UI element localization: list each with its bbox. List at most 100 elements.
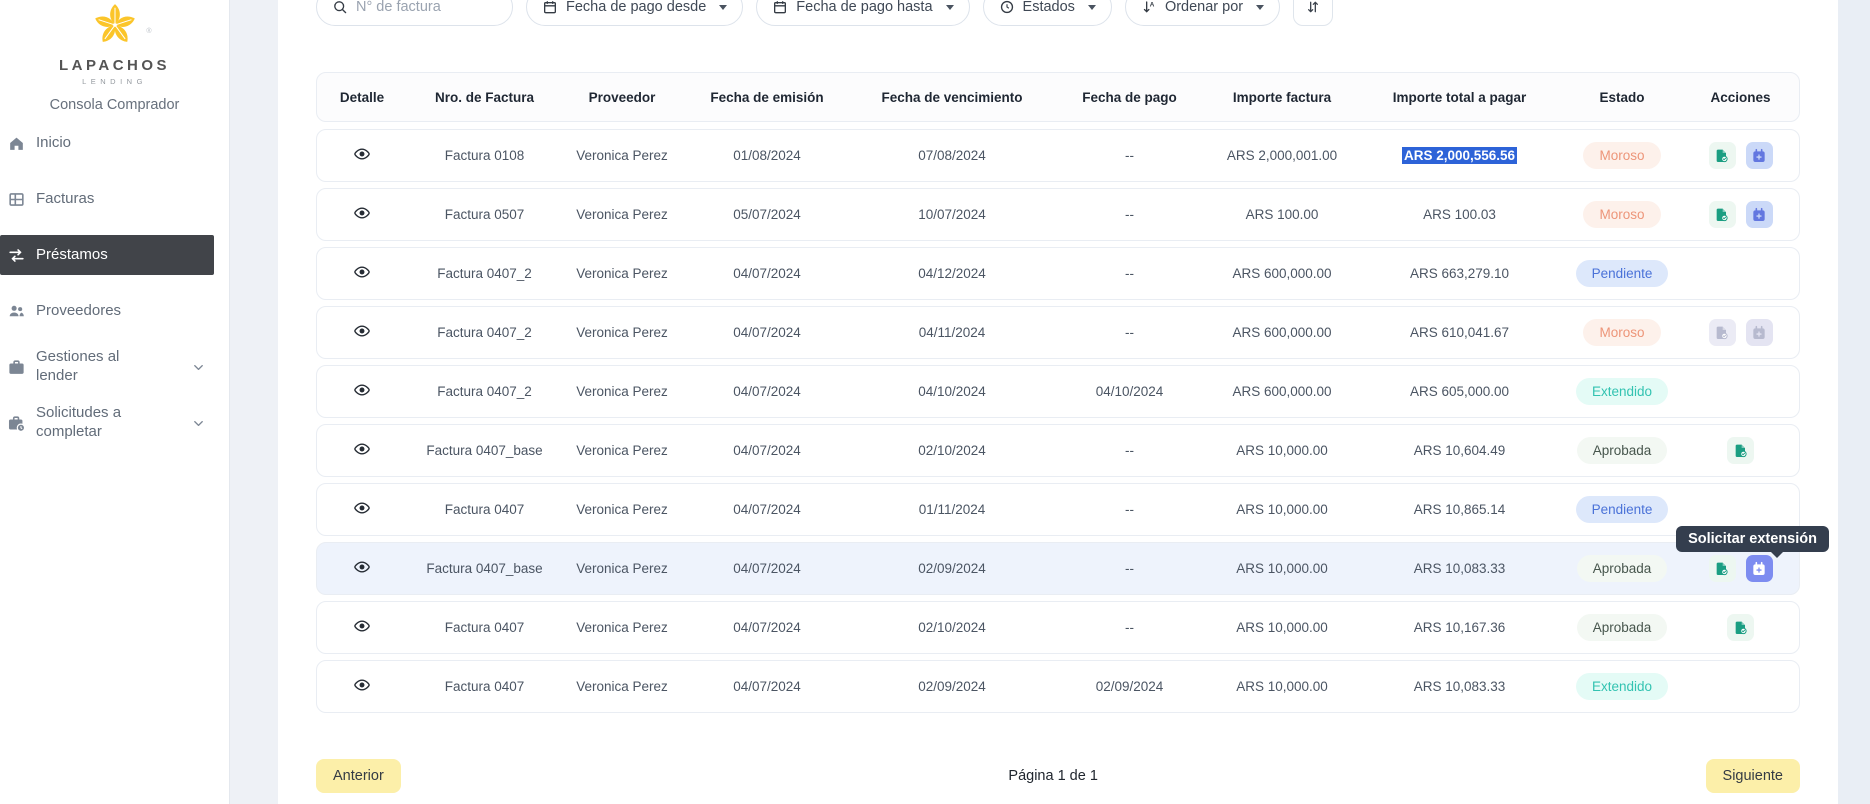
- issue-date: 04/07/2024: [682, 443, 852, 458]
- lapachos-flower-icon: ®: [86, 2, 144, 53]
- sidebar-item-prestamos[interactable]: Préstamos: [0, 235, 214, 275]
- sidebar-item-facturas[interactable]: Facturas: [0, 179, 214, 219]
- total-amount: ARS 10,167.36: [1357, 620, 1562, 635]
- issue-date: 04/07/2024: [682, 679, 852, 694]
- payment-date: --: [1052, 266, 1207, 281]
- sidebar-item-gestiones-al-lender[interactable]: Gestiones al lender: [0, 347, 214, 387]
- invoice-number: Factura 0507: [407, 207, 562, 222]
- document-check-button[interactable]: [1709, 201, 1736, 228]
- invoice-number: Factura 0407_base: [407, 561, 562, 576]
- content-gutter: [230, 0, 278, 804]
- filter-estados[interactable]: Estados: [983, 0, 1112, 26]
- request-extension-button[interactable]: [1746, 319, 1773, 346]
- invoice-number: Factura 0407: [407, 502, 562, 517]
- filter-fecha-de-pago-hasta[interactable]: Fecha de pago hasta: [756, 0, 969, 26]
- status-badge: Extendido: [1576, 673, 1668, 700]
- invoice-amount: ARS 10,000.00: [1207, 443, 1357, 458]
- provider-name: Veronica Perez: [562, 443, 682, 458]
- table-row: Factura 0407Veronica Perez04/07/202402/0…: [316, 660, 1800, 713]
- document-check-button[interactable]: [1727, 614, 1754, 641]
- provider-name: Veronica Perez: [562, 325, 682, 340]
- invoice-number: Factura 0108: [407, 148, 562, 163]
- registered-mark: ®: [146, 28, 151, 35]
- eye-icon: [353, 263, 371, 281]
- request-extension-button[interactable]: [1746, 201, 1773, 228]
- invoice-number: Factura 0407: [407, 620, 562, 635]
- caret-down-icon: [719, 5, 727, 10]
- view-detail-button[interactable]: [353, 381, 371, 399]
- provider-name: Veronica Perez: [562, 502, 682, 517]
- document-check-button[interactable]: [1727, 437, 1754, 464]
- column-header: Acciones: [1682, 90, 1799, 105]
- column-header: Importe total a pagar: [1357, 90, 1562, 105]
- issue-date: 05/07/2024: [682, 207, 852, 222]
- status-badge: Moroso: [1583, 201, 1660, 228]
- view-detail-button[interactable]: [353, 322, 371, 340]
- total-amount-value: ARS 10,604.49: [1414, 443, 1506, 458]
- invoice-search-pill[interactable]: [316, 0, 513, 26]
- sidebar-item-label: Préstamos: [36, 246, 108, 265]
- view-detail-button[interactable]: [353, 617, 371, 635]
- sort-direction-toggle[interactable]: [1293, 0, 1333, 26]
- issue-date: 04/07/2024: [682, 561, 852, 576]
- due-date: 01/11/2024: [852, 502, 1052, 517]
- view-detail-button[interactable]: [353, 145, 371, 163]
- view-detail-button[interactable]: [353, 558, 371, 576]
- payment-date: 04/10/2024: [1052, 384, 1207, 399]
- document-check-button[interactable]: [1709, 319, 1736, 346]
- provider-name: Veronica Perez: [562, 679, 682, 694]
- document-check-button[interactable]: [1709, 555, 1736, 582]
- clock-icon: [999, 0, 1015, 15]
- actions-cell: [1682, 614, 1799, 641]
- payment-date: --: [1052, 207, 1207, 222]
- request-extension-button[interactable]: [1746, 555, 1773, 582]
- brand-subtitle: LENDING: [0, 77, 229, 86]
- total-amount-value: ARS 100.03: [1423, 207, 1496, 222]
- sidebar-item-label: Facturas: [36, 190, 94, 209]
- actions-cell: [1682, 201, 1799, 228]
- provider-name: Veronica Perez: [562, 207, 682, 222]
- invoice-amount: ARS 600,000.00: [1207, 266, 1357, 281]
- previous-page-button[interactable]: Anterior: [316, 759, 401, 793]
- filter-label: Estados: [1023, 0, 1075, 15]
- invoice-number: Factura 0407_2: [407, 325, 562, 340]
- sidebar-item-solicitudes-a-completar[interactable]: Solicitudes a completar: [0, 403, 214, 443]
- sidebar-item-label: Solicitudes a completar: [36, 404, 164, 442]
- sidebar-item-inicio[interactable]: Inicio: [0, 123, 214, 163]
- next-page-button[interactable]: Siguiente: [1706, 759, 1800, 793]
- due-date: 04/10/2024: [852, 384, 1052, 399]
- table-body: Factura 0108Veronica Perez01/08/202407/0…: [316, 129, 1800, 713]
- view-detail-button[interactable]: [353, 499, 371, 517]
- view-detail-button[interactable]: [353, 204, 371, 222]
- filter-ordenar-por[interactable]: AOrdenar por: [1125, 0, 1280, 26]
- status-badge: Aprobada: [1577, 614, 1668, 641]
- due-date: 02/10/2024: [852, 443, 1052, 458]
- payment-date: --: [1052, 502, 1207, 517]
- due-date: 04/12/2024: [852, 266, 1052, 281]
- total-amount-value: ARS 10,083.33: [1414, 679, 1506, 694]
- main-content: Fecha de pago desde Fecha de pago hasta Es…: [278, 0, 1838, 804]
- view-detail-button[interactable]: [353, 263, 371, 281]
- request-extension-button[interactable]: [1746, 142, 1773, 169]
- filter-label: Fecha de pago desde: [566, 0, 706, 15]
- issue-date: 04/07/2024: [682, 384, 852, 399]
- status-badge: Aprobada: [1577, 555, 1668, 582]
- view-detail-button[interactable]: [353, 676, 371, 694]
- caret-down-icon: [946, 5, 954, 10]
- invoice-number: Factura 0407_base: [407, 443, 562, 458]
- table-row: Factura 0108Veronica Perez01/08/202407/0…: [316, 129, 1800, 182]
- caret-down-icon: [1088, 5, 1096, 10]
- total-amount-value: ARS 10,167.36: [1414, 620, 1506, 635]
- scrollbar-track[interactable]: [1838, 0, 1870, 804]
- due-date: 07/08/2024: [852, 148, 1052, 163]
- provider-name: Veronica Perez: [562, 561, 682, 576]
- view-detail-button[interactable]: [353, 440, 371, 458]
- sidebar-item-proveedores[interactable]: Proveedores: [0, 291, 214, 331]
- filter-fecha-de-pago-desde[interactable]: Fecha de pago desde: [526, 0, 743, 26]
- table-header: DetalleNro. de FacturaProveedorFecha de …: [316, 72, 1800, 122]
- total-amount: ARS 10,083.33: [1357, 679, 1562, 694]
- document-check-button[interactable]: [1709, 142, 1736, 169]
- calendar-icon: [772, 0, 788, 15]
- invoice-search-input[interactable]: [356, 0, 496, 15]
- filter-label: Fecha de pago hasta: [796, 0, 932, 15]
